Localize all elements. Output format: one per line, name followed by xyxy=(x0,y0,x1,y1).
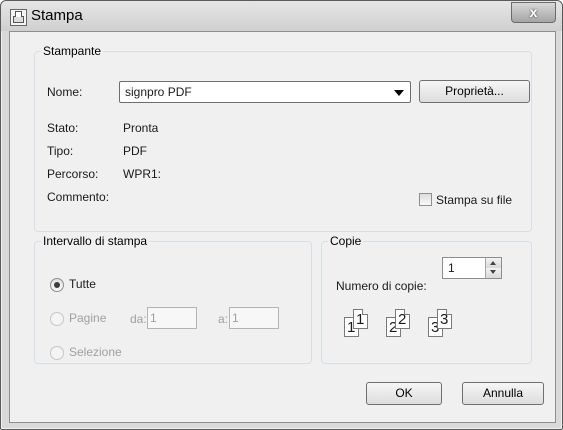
range-selection-label[interactable]: Selezione xyxy=(69,345,122,359)
printer-name-select[interactable]: signpro PDF xyxy=(119,81,411,103)
path-value: WPR1: xyxy=(123,167,162,181)
copies-count-label: Numero di copie: xyxy=(336,279,427,293)
type-value: PDF xyxy=(123,144,147,158)
stepper-buttons xyxy=(485,258,501,278)
printer-name-value: signpro PDF xyxy=(125,85,192,99)
print-dialog-window: Stampa x Stampante Nome: signpro PDF Pro… xyxy=(0,0,563,430)
chevron-down-icon[interactable] xyxy=(486,268,501,278)
range-pages-radio[interactable] xyxy=(50,312,64,326)
range-from-label: da: xyxy=(130,312,147,326)
range-from-value: 1 xyxy=(150,311,157,325)
range-all-radio[interactable] xyxy=(50,278,64,292)
collate-page: 3 xyxy=(437,309,452,329)
copies-group: Copie Numero di copie: xyxy=(321,234,532,364)
printer-group-legend: Stampante xyxy=(43,44,102,58)
copies-count-value: 1 xyxy=(448,261,455,275)
print-range-legend: Intervallo di stampa xyxy=(43,234,148,248)
dialog-body: Stampante Nome: signpro PDF Proprietà...… xyxy=(9,31,556,423)
comment-label: Commento: xyxy=(47,190,110,204)
print-range-group: Intervallo di stampa Tutte Pagine da: 1 … xyxy=(34,234,312,364)
range-to-input[interactable]: 1 xyxy=(229,307,279,329)
range-to-label: a: xyxy=(218,312,229,326)
printer-icon xyxy=(10,9,27,26)
path-label: Percorso: xyxy=(47,167,99,181)
collate-page: 1 xyxy=(353,309,368,329)
type-label: Tipo: xyxy=(47,144,74,158)
copies-legend: Copie xyxy=(330,234,362,248)
copies-count-stepper[interactable]: 1 xyxy=(442,257,502,279)
properties-button[interactable]: Proprietà... xyxy=(419,80,530,103)
dialog-title: Stampa xyxy=(31,7,83,24)
range-to-value: 1 xyxy=(232,311,239,325)
status-label: Stato: xyxy=(47,121,79,135)
collate-page: 2 xyxy=(395,309,410,329)
close-button[interactable]: x xyxy=(511,2,556,23)
range-from-input[interactable]: 1 xyxy=(147,307,197,329)
print-to-file-checkbox[interactable] xyxy=(419,193,432,206)
range-all-label[interactable]: Tutte xyxy=(69,277,96,291)
status-value: Pronta xyxy=(123,121,159,135)
range-pages-label[interactable]: Pagine xyxy=(69,311,106,325)
range-selection-radio[interactable] xyxy=(50,346,64,360)
cancel-button[interactable]: Annulla xyxy=(462,382,544,405)
printer-group: Stampante Nome: signpro PDF Proprietà...… xyxy=(34,44,532,232)
title-bar[interactable]: Stampa x xyxy=(1,1,562,31)
printer-name-label: Nome: xyxy=(47,85,83,99)
print-to-file-label[interactable]: Stampa su file xyxy=(436,193,512,207)
chevron-down-icon[interactable] xyxy=(394,90,404,96)
ok-button[interactable]: OK xyxy=(366,382,442,405)
